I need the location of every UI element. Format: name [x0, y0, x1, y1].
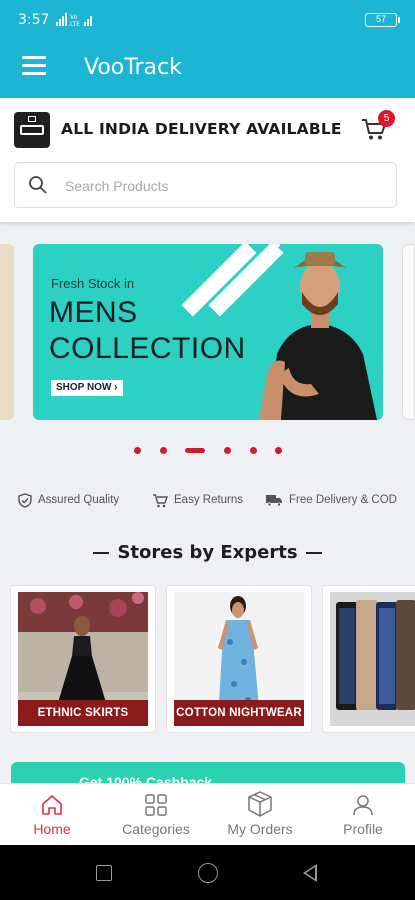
feature-label: Free Delivery & COD — [289, 494, 397, 506]
carousel-dot-active[interactable] — [185, 448, 205, 453]
nav-categories[interactable]: Categories — [104, 784, 208, 846]
app-screen: 3:57 Vo LTE 57 VooTrack ALL INDIA DELIVE… — [0, 0, 415, 900]
signal-icon: Vo LTE — [56, 13, 92, 27]
nav-profile[interactable]: Profile — [311, 784, 415, 846]
banner-carousel[interactable]: Fresh Stock in MENS COLLECTION SHOP NOW … — [0, 240, 415, 430]
banner-slide[interactable]: Fresh Stock in MENS COLLECTION SHOP NOW … — [33, 244, 383, 420]
carousel-dot[interactable] — [224, 447, 231, 454]
box-icon — [248, 791, 272, 817]
carousel-dot[interactable] — [134, 447, 141, 454]
features-strip: Assured Quality Easy Returns Free Delive… — [0, 490, 415, 510]
home-button-icon[interactable] — [198, 863, 218, 883]
feature-label: Assured Quality — [38, 494, 120, 506]
status-time: 3:57 — [18, 12, 50, 28]
search-icon — [29, 176, 47, 194]
banner-heading-line2: COLLECTION — [49, 332, 246, 365]
feature-free-delivery: Free Delivery & COD — [265, 490, 397, 510]
feature-label: Easy Returns — [174, 494, 244, 506]
bottom-navigation: Home Categories My Orders Profile — [0, 783, 415, 845]
user-icon — [353, 795, 373, 816]
carousel-dot[interactable] — [160, 447, 167, 454]
stores-section-title: Stores by Experts — [0, 542, 415, 563]
app-title: VooTrack — [84, 55, 182, 80]
banner-model-image — [259, 252, 377, 420]
truck-icon — [266, 495, 282, 507]
store-card-ethnic-skirts[interactable]: ETHNIC SKIRTS — [10, 585, 156, 733]
back-icon[interactable] — [303, 864, 317, 882]
banner-heading-line1: MENS — [49, 296, 138, 329]
delivery-banner-text: ALL INDIA DELIVERY AVAILABLE — [61, 120, 342, 138]
cart-count-badge: 5 — [378, 110, 395, 127]
grid-icon — [145, 794, 167, 816]
search-input[interactable] — [65, 173, 365, 199]
nav-my-orders[interactable]: My Orders — [208, 784, 312, 846]
hamburger-menu-icon[interactable] — [22, 56, 46, 76]
battery-icon: 57 — [365, 13, 400, 27]
store-label: COTTON NIGHTWEAR — [174, 700, 304, 726]
store-image — [330, 592, 415, 726]
recent-apps-icon[interactable] — [96, 865, 112, 881]
carousel-dot[interactable] — [275, 447, 282, 454]
home-icon — [42, 795, 62, 815]
store-image: ETHNIC SKIRTS — [18, 592, 148, 726]
cart-return-icon — [153, 493, 168, 507]
svg-text:LTE: LTE — [70, 21, 80, 27]
nav-home[interactable]: Home — [0, 784, 104, 846]
store-card-cotton-nightwear[interactable]: COTTON NIGHTWEAR — [166, 585, 312, 733]
store-card-mobiles[interactable] — [322, 585, 415, 733]
feature-easy-returns: Easy Returns — [152, 490, 243, 510]
banner-subtitle: Fresh Stock in — [51, 276, 135, 291]
app-bar: VooTrack — [0, 40, 415, 98]
carousel-indicator — [0, 444, 415, 456]
shield-check-icon — [18, 492, 32, 508]
nav-label: Home — [33, 821, 71, 837]
shop-now-button[interactable]: SHOP NOW › — [51, 380, 123, 396]
store-image: COTTON NIGHTWEAR — [174, 592, 304, 726]
delivery-logo-icon — [14, 112, 50, 148]
store-label: ETHNIC SKIRTS — [18, 700, 148, 726]
status-bar: 3:57 Vo LTE 57 — [0, 0, 415, 40]
feature-assured-quality: Assured Quality — [18, 490, 119, 510]
nav-label: Categories — [122, 821, 190, 837]
system-navigation-bar — [0, 845, 415, 900]
header-section: ALL INDIA DELIVERY AVAILABLE 5 — [0, 98, 415, 222]
previous-banner-peek[interactable] — [0, 244, 14, 420]
nav-label: Profile — [343, 821, 383, 837]
search-bar[interactable] — [14, 162, 397, 208]
next-banner-peek[interactable] — [402, 244, 415, 420]
carousel-dot[interactable] — [250, 447, 257, 454]
svg-text:Vo: Vo — [70, 14, 78, 21]
nav-label: My Orders — [227, 821, 293, 837]
